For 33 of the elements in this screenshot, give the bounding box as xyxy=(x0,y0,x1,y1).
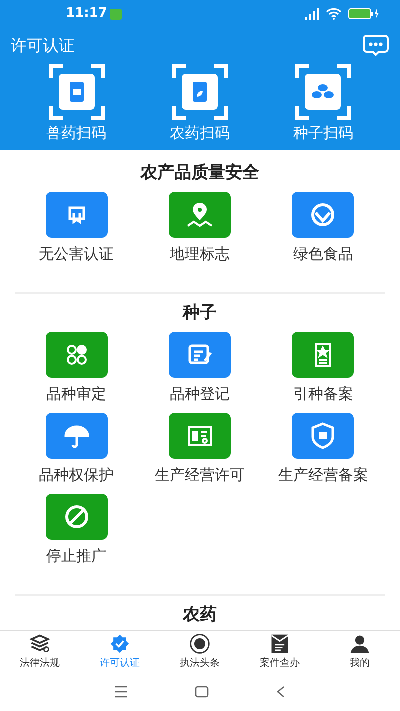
signal-icon xyxy=(304,8,320,20)
nav-tab[interactable]: 许可认证 xyxy=(80,631,160,672)
bottle-scan-icon xyxy=(48,64,105,120)
verified-badge-icon xyxy=(109,632,131,654)
page-title: 许可认证 xyxy=(11,35,75,57)
feature-button[interactable]: 生产经营备案 xyxy=(262,413,385,485)
wifi-icon xyxy=(326,8,342,20)
feature-button[interactable]: 品种权保护 xyxy=(15,413,138,485)
back-icon[interactable] xyxy=(276,686,286,698)
nav-tab[interactable]: 执法头条 xyxy=(160,631,240,672)
home-icon[interactable] xyxy=(194,686,209,698)
jar-scan-icon xyxy=(172,64,228,120)
feature-button[interactable]: 地理标志 xyxy=(138,192,262,264)
envelope-document-icon xyxy=(269,632,291,654)
menu-icon[interactable] xyxy=(114,686,128,698)
chat-icon[interactable] xyxy=(363,35,389,57)
feature-button[interactable]: 品种审定 xyxy=(15,332,138,404)
nav-tab[interactable]: 法律法规 xyxy=(0,631,80,672)
feature-button[interactable]: 停止推广 xyxy=(15,494,138,566)
status-time: 11:17 xyxy=(66,5,108,24)
feature-button[interactable]: 引种备案 xyxy=(262,332,385,404)
feature-button[interactable]: 绿色食品 xyxy=(262,192,385,264)
feature-button[interactable]: 生产经营许可 xyxy=(138,413,262,485)
section-title: 农药 xyxy=(182,604,218,627)
section-title: 农产品质量安全 xyxy=(139,162,260,185)
feature-button[interactable]: 品种登记 xyxy=(138,332,262,404)
nav-tab[interactable]: 我的 xyxy=(320,631,400,672)
battery-icon xyxy=(348,8,380,20)
seeds-scan-icon xyxy=(295,64,352,120)
section-title: 种子 xyxy=(182,302,218,325)
feature-button[interactable]: 无公害认证 xyxy=(15,192,138,264)
nav-tab[interactable]: 案件查办 xyxy=(240,631,320,672)
layers-search-icon xyxy=(29,632,51,654)
